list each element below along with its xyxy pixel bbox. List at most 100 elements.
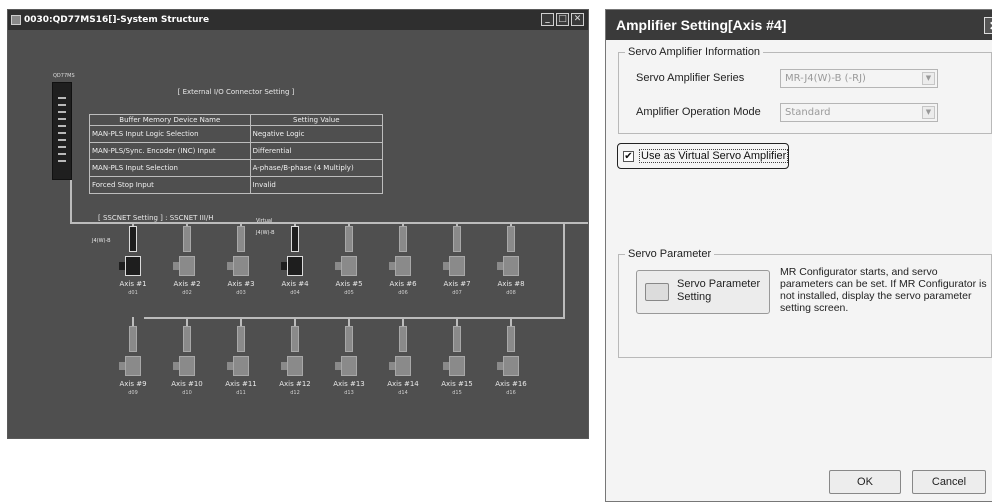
servo-amplifier-14[interactable] bbox=[389, 326, 411, 382]
series-value: MR-J4(W)-B (-RJ) bbox=[785, 73, 866, 84]
servo-amplifier-7[interactable] bbox=[443, 226, 465, 282]
dialog-titlebar[interactable]: Amplifier Setting[Axis #4] ✕ bbox=[606, 10, 992, 40]
status-led bbox=[58, 97, 66, 99]
axis-station-number: d01 bbox=[128, 290, 138, 296]
servo-amplifier-13[interactable] bbox=[335, 326, 357, 382]
axis-station-number: d04 bbox=[290, 290, 300, 296]
dialog-title: Amplifier Setting[Axis #4] bbox=[616, 17, 787, 33]
table-row: Forced Stop Input Invalid bbox=[89, 176, 384, 194]
sscnet-setting-label: [ SSCNET Setting ] : SSCNET III/H bbox=[98, 214, 214, 222]
servo-amplifier-5[interactable] bbox=[335, 226, 357, 282]
amp-body bbox=[291, 226, 299, 252]
servo-amplifier-11[interactable] bbox=[227, 326, 249, 382]
amp-body bbox=[183, 226, 191, 252]
series-select[interactable]: MR-J4(W)-B (-RJ) ▼ bbox=[780, 69, 938, 88]
servo-amplifier-9[interactable] bbox=[119, 326, 141, 382]
virtual-amp-label[interactable]: Use as Virtual Servo Amplifier bbox=[639, 149, 789, 163]
simple-motion-module[interactable]: QD77MS bbox=[52, 73, 75, 180]
axis-label: Axis #4 bbox=[281, 280, 309, 288]
motor-body bbox=[341, 256, 357, 276]
status-led bbox=[58, 111, 66, 113]
close-button[interactable]: ✕ bbox=[984, 17, 992, 34]
axis-station-number: d07 bbox=[452, 290, 462, 296]
amp-body bbox=[237, 226, 245, 252]
motor-body bbox=[503, 356, 519, 376]
system-structure-window: 0030:QD77MS16[]-System Structure _ □ ✕ Q… bbox=[7, 9, 589, 439]
amp-body bbox=[399, 226, 407, 252]
servo-amplifier-1[interactable] bbox=[119, 226, 141, 282]
table-row: MAN-PLS Input Logic Selection Negative L… bbox=[89, 125, 384, 143]
servo-parameter-description: MR Configurator starts, and servo parame… bbox=[780, 266, 987, 314]
minimize-button[interactable]: _ bbox=[541, 13, 554, 26]
ok-button[interactable]: OK bbox=[829, 470, 901, 494]
servo-amplifier-3[interactable] bbox=[227, 226, 249, 282]
table-row: MAN-PLS/Sync. Encoder (INC) Input Differ… bbox=[89, 142, 384, 160]
io-connector-table[interactable]: Buffer Memory Device Name Setting Value … bbox=[89, 114, 384, 194]
servo-amplifier-6[interactable] bbox=[389, 226, 411, 282]
device-name: MAN-PLS/Sync. Encoder (INC) Input bbox=[89, 142, 251, 160]
servo-amplifier-12[interactable] bbox=[281, 326, 303, 382]
close-button[interactable]: ✕ bbox=[571, 13, 584, 26]
cancel-button[interactable]: Cancel bbox=[912, 470, 986, 494]
axis-station-number: d15 bbox=[452, 390, 462, 396]
amp-body bbox=[507, 326, 515, 352]
servo-amplifier-2[interactable] bbox=[173, 226, 195, 282]
servo-amplifier-10[interactable] bbox=[173, 326, 195, 382]
virtual-amp-checkbox[interactable]: ✔ bbox=[623, 151, 634, 162]
amp-body bbox=[453, 326, 461, 352]
bus-line bbox=[563, 222, 565, 319]
group-title: Servo Parameter bbox=[625, 248, 715, 260]
motor-body bbox=[233, 356, 249, 376]
io-connector-caption: [ External I/O Connector Setting ] bbox=[177, 88, 295, 96]
axis-station-number: d13 bbox=[344, 390, 354, 396]
restore-button[interactable]: □ bbox=[556, 13, 569, 26]
motor-body bbox=[287, 256, 303, 276]
axis-label: Axis #8 bbox=[497, 280, 525, 288]
amp-type-axis1: J4(W)-B bbox=[92, 238, 111, 244]
servo-parameter-button[interactable]: Servo Parameter Setting bbox=[636, 270, 770, 314]
chevron-down-icon: ▼ bbox=[922, 106, 935, 119]
table-row: MAN-PLS Input Selection A-phase/B-phase … bbox=[89, 159, 384, 177]
axis-label: Axis #13 bbox=[333, 380, 365, 388]
amp-body bbox=[507, 226, 515, 252]
amp-body bbox=[129, 326, 137, 352]
device-name: Forced Stop Input bbox=[89, 176, 251, 194]
axis-label: Axis #3 bbox=[227, 280, 255, 288]
chevron-down-icon: ▼ bbox=[922, 72, 935, 85]
axis-station-number: d14 bbox=[398, 390, 408, 396]
servo-amplifier-4[interactable] bbox=[281, 226, 303, 282]
window-title: 0030:QD77MS16[]-System Structure bbox=[24, 15, 210, 25]
axis-station-number: d02 bbox=[182, 290, 192, 296]
bus-line bbox=[144, 317, 563, 319]
servo-icon bbox=[645, 283, 669, 301]
operation-mode-select[interactable]: Standard ▼ bbox=[780, 103, 938, 122]
status-led bbox=[58, 132, 66, 134]
axis-station-number: d05 bbox=[344, 290, 354, 296]
motor-body bbox=[449, 356, 465, 376]
status-led bbox=[58, 104, 66, 106]
servo-amplifier-8[interactable] bbox=[497, 226, 519, 282]
virtual-label-axis4: Virtual bbox=[256, 218, 273, 224]
axis-station-number: d03 bbox=[236, 290, 246, 296]
device-name: MAN-PLS Input Logic Selection bbox=[89, 125, 251, 143]
servo-amplifier-15[interactable] bbox=[443, 326, 465, 382]
status-led bbox=[58, 153, 66, 155]
series-label: Servo Amplifier Series bbox=[636, 72, 745, 84]
servo-parameter-button-label: Servo Parameter Setting bbox=[677, 278, 761, 303]
axis-station-number: d11 bbox=[236, 390, 246, 396]
servo-amplifier-16[interactable] bbox=[497, 326, 519, 382]
axis-station-number: d12 bbox=[290, 390, 300, 396]
system-structure-titlebar[interactable]: 0030:QD77MS16[]-System Structure _ □ ✕ bbox=[8, 10, 588, 30]
motor-body bbox=[125, 256, 141, 276]
motor-body bbox=[395, 256, 411, 276]
axis-label: Axis #5 bbox=[335, 280, 363, 288]
motor-body bbox=[503, 256, 519, 276]
motor-body bbox=[449, 256, 465, 276]
amp-body bbox=[291, 326, 299, 352]
amp-body bbox=[345, 226, 353, 252]
motor-body bbox=[233, 256, 249, 276]
status-led bbox=[58, 146, 66, 148]
axis-station-number: d06 bbox=[398, 290, 408, 296]
motor-body bbox=[341, 356, 357, 376]
virtual-amp-highlight: ✔ Use as Virtual Servo Amplifier bbox=[617, 143, 789, 169]
